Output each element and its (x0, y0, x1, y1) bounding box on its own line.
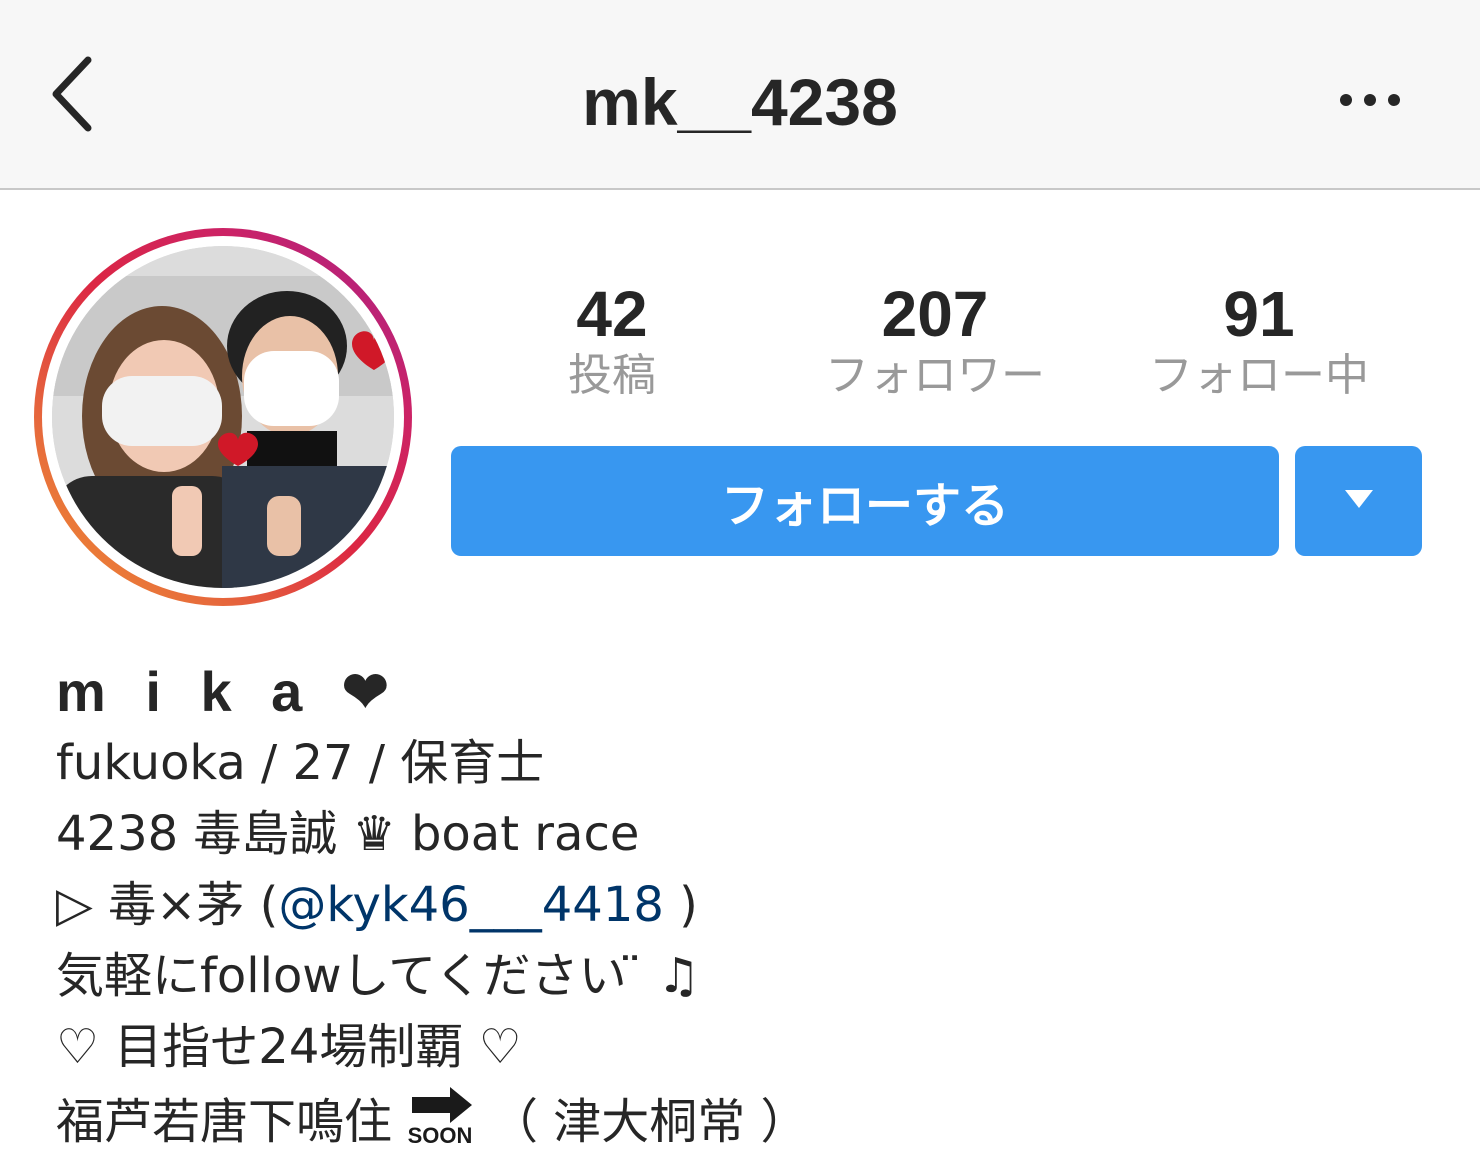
posts-count: 42 (576, 278, 648, 350)
display-name: m i k a ❤ (56, 660, 401, 723)
bio-line: fukuoka / 27 / 保育士 (56, 735, 545, 791)
more-options-button[interactable] (1330, 80, 1410, 120)
mention-link[interactable]: @kyk46___4418 (278, 877, 664, 933)
soon-arrow-icon: SOON (406, 1083, 476, 1167)
following-count: 91 (1223, 278, 1295, 350)
bio-line: ♡ 目指せ24場制覇 ♡ (56, 1019, 522, 1075)
stat-following[interactable]: 91 フォロー中 (1128, 278, 1390, 406)
suggested-accounts-button[interactable] (1295, 446, 1422, 556)
stat-followers[interactable]: 207 フォロワー (795, 278, 1075, 406)
bio-text: ) (663, 877, 698, 933)
following-label: フォロー中 (1149, 350, 1369, 401)
bio-text: （ 津大桐常 ） (490, 1094, 809, 1150)
bio-line: 気軽にfollowしてください ̈ ♫ (56, 948, 701, 1004)
follow-button-label: フォローする (720, 478, 1009, 534)
soon-label: SOON (408, 1123, 473, 1147)
bio-text: 福芦若唐下鳴住 (56, 1094, 393, 1150)
caret-down-icon (1345, 490, 1373, 508)
bio-line: 福芦若唐下鳴住 SOON （ 津大桐常 ） (56, 1083, 809, 1167)
profile-bio: m i k a ❤ fukuoka / 27 / 保育士 4238 毒島誠 ♛ … (56, 656, 809, 1167)
posts-label: 投稿 (568, 350, 656, 401)
navigation-bar: mk__4238 (0, 0, 1480, 190)
stat-posts: 42 投稿 (512, 278, 712, 406)
bio-line: 4238 毒島誠 ♛ boat race (56, 806, 640, 862)
avatar-photo (52, 246, 394, 588)
more-horizontal-icon (1340, 94, 1400, 106)
bio-line: ▷ 毒×茅 (@kyk46___4418 ) (56, 870, 809, 941)
story-ring (34, 228, 412, 606)
followers-count: 207 (881, 278, 989, 350)
followers-label: フォロワー (825, 350, 1045, 401)
avatar[interactable] (52, 246, 394, 588)
bio-text: ▷ 毒×茅 ( (56, 877, 279, 933)
follow-button[interactable]: フォローする (451, 446, 1279, 556)
page-title: mk__4238 (582, 65, 898, 139)
